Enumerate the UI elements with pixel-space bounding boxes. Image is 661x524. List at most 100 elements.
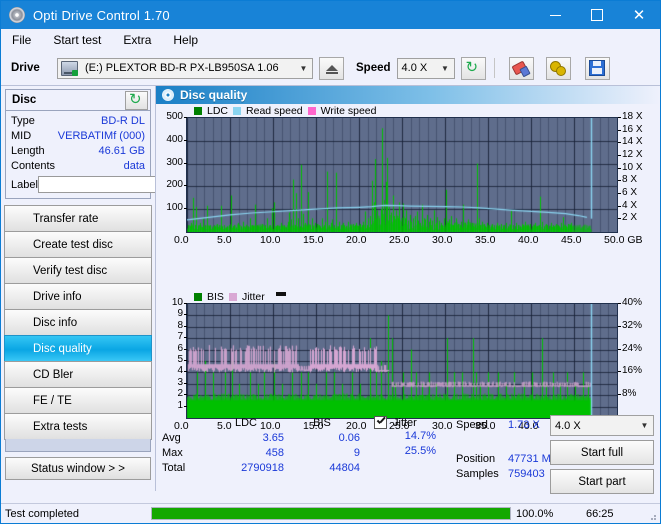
eject-button[interactable]	[319, 56, 344, 80]
close-icon[interactable]: ✕	[618, 1, 660, 29]
ldc-x-tick: 20.0	[346, 234, 367, 246]
drive-icon	[61, 60, 78, 76]
bis-y-tick: 7	[177, 331, 183, 343]
disc-info-rows: Type BD-R DL MID VERBATIMf (000) Length …	[6, 111, 239, 198]
stats-header-row: LDC BIS	[162, 415, 360, 430]
disc-refresh-button[interactable]	[125, 90, 148, 110]
disc-row-mid: MID VERBATIMf (000)	[11, 128, 145, 143]
ldc-y-tick: 500	[166, 111, 183, 122]
disc-icon	[11, 289, 26, 304]
disc-panel-title: Disc	[12, 94, 37, 106]
stats-row-avg: Avg 3.65 0.06	[162, 430, 360, 445]
stats-max-bis: 9	[353, 446, 360, 459]
bis-y-tick: 10	[171, 297, 183, 308]
progress-bar	[151, 507, 511, 520]
start-full-button[interactable]: Start full	[550, 440, 654, 465]
disc-icon	[9, 7, 25, 23]
stats-row-total: Total 2790918 44804	[162, 460, 360, 475]
disc-row-key: Length	[11, 144, 45, 157]
chevron-down-icon: ▼	[640, 421, 649, 430]
legend-swatch-write-speed	[307, 106, 316, 115]
sidebar-item-fe-te[interactable]: FE / TE	[4, 387, 152, 414]
sidebar-item-label: Drive info	[33, 290, 82, 303]
ldc-x-tick: 50.0 GB	[604, 234, 643, 246]
ldc-x-tick: 25.0	[389, 234, 410, 246]
sidebar-item-disc-info[interactable]: Disc info	[4, 309, 152, 336]
sidebar-item-create-test-disc[interactable]: Create test disc	[4, 231, 152, 258]
toolbar-divider	[493, 58, 495, 78]
title-bar: Opti Drive Control 1.70 ✕	[1, 1, 660, 29]
samples-stat-value: 759403	[508, 467, 545, 480]
bis-y2-tick: 32%	[622, 319, 643, 331]
sidebar-item-transfer-rate[interactable]: Transfer rate	[4, 205, 152, 232]
start-part-button[interactable]: Start part	[550, 469, 654, 494]
bis-y-tick: 6	[177, 342, 183, 354]
drive-select[interactable]: (E:) PLEXTOR BD-R PX-LB950SA 1.06 ▼	[57, 57, 313, 79]
marker-icon	[275, 292, 286, 296]
ldc-y2-tick: 10 X	[622, 161, 643, 173]
sidebar-item-drive-info[interactable]: Drive info	[4, 283, 152, 310]
disc-icon	[11, 367, 26, 382]
jitter-header: Jitter	[374, 415, 436, 430]
legend-label-ldc: LDC	[207, 104, 229, 117]
legend-swatch-bis	[194, 292, 202, 301]
minimize-icon[interactable]	[534, 1, 576, 29]
progress-bar-fill	[152, 508, 510, 519]
disc-row-key: Contents	[11, 159, 56, 172]
stats-row-key: Total	[162, 461, 186, 474]
ldc-x-tick: 5.0	[217, 234, 232, 246]
sidebar-item-disc-quality[interactable]: Disc quality	[4, 335, 152, 362]
disc-panel-header: Disc	[6, 90, 150, 111]
sidebar-item-cd-bler[interactable]: CD Bler	[4, 361, 152, 388]
ldc-plot-area	[186, 117, 618, 233]
test-speed-select[interactable]: 4.0 X ▼	[550, 415, 654, 436]
gears-icon	[550, 61, 567, 76]
status-window-button[interactable]: Status window > >	[5, 457, 151, 480]
ldc-y-tick: 100	[166, 202, 183, 214]
stats-avg-bis: 0.06	[338, 431, 360, 444]
save-button[interactable]	[584, 56, 610, 80]
sidebar-item-verify-test-disc[interactable]: Verify test disc	[4, 257, 152, 284]
ldc-y2-tick: 18 X	[622, 111, 643, 122]
jitter-label: Jitter	[393, 416, 417, 429]
jitter-checkbox[interactable]	[374, 416, 387, 429]
bis-y-tick: 4	[177, 365, 183, 377]
maximize-icon[interactable]	[576, 1, 618, 29]
ldc-y2-tick: 8 X	[622, 174, 638, 186]
progress-percent: 100.0%	[516, 507, 554, 520]
resize-grip[interactable]	[647, 511, 657, 521]
bis-y-tick: 3	[177, 376, 183, 388]
menu-item-start-test[interactable]: Start test	[50, 31, 104, 49]
ldc-x-tick: 10.0	[260, 234, 281, 246]
stats-row-max: Max 458 9	[162, 445, 360, 460]
stats-row-key: Avg	[162, 431, 181, 444]
erase-button[interactable]	[508, 56, 534, 80]
samples-stat-label: Samples	[456, 467, 499, 480]
disc-icon	[11, 419, 26, 434]
disc-row-type: Type BD-R DL	[11, 113, 145, 128]
ldc-chart-legend: LDC Read speed Write speed	[156, 104, 660, 117]
test-controls: 4.0 X ▼ Start full Start part	[550, 415, 654, 494]
refresh-button[interactable]	[460, 56, 486, 80]
sidebar-item-label: FE / TE	[33, 394, 72, 407]
menu-item-help[interactable]: Help	[170, 31, 201, 49]
menu-item-extra[interactable]: Extra	[120, 31, 154, 49]
main-header: Disc quality	[156, 86, 660, 104]
disc-row-length: Length 46.61 GB	[11, 143, 145, 158]
sidebar-item-label: Disc quality	[33, 342, 92, 355]
disc-panel: Disc Type BD-R DL MID VERBATIMf (000) Le…	[5, 89, 239, 199]
disc-icon	[11, 237, 26, 252]
ldc-x-tick: 45.0	[561, 234, 582, 246]
ldc-x-tick: 40.0	[518, 234, 539, 246]
settings-button[interactable]	[545, 56, 571, 80]
legend-label-jitter: Jitter	[241, 290, 265, 303]
legend-swatch-jitter	[228, 292, 237, 301]
disc-icon	[11, 393, 26, 408]
bis-plot-area	[186, 303, 618, 419]
speed-select[interactable]: 4.0 X ▼	[396, 57, 455, 79]
bis-y-tick: 9	[177, 308, 183, 320]
eject-icon	[325, 65, 338, 74]
menu-item-file[interactable]: File	[9, 31, 34, 49]
sidebar-item-extra-tests[interactable]: Extra tests	[4, 413, 152, 440]
floppy-save-icon	[589, 60, 606, 76]
